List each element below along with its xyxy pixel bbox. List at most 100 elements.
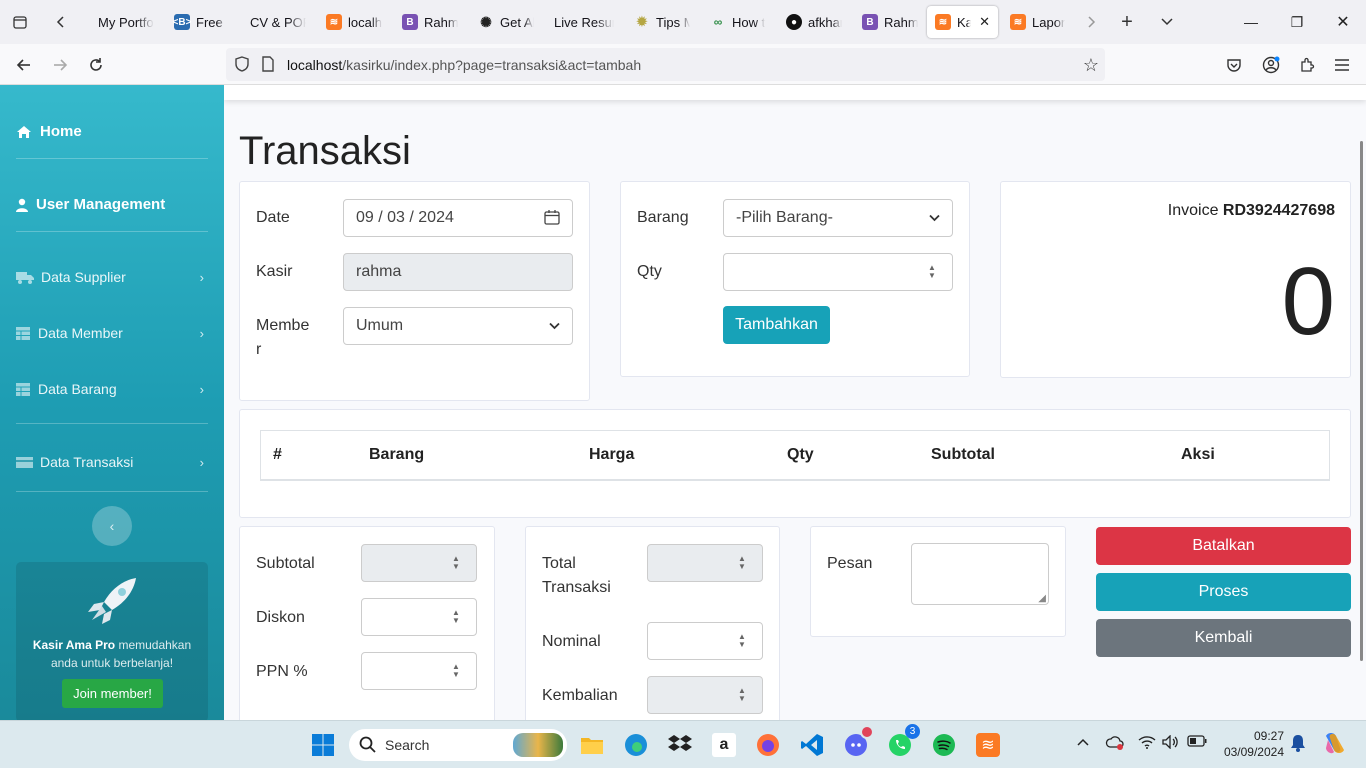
menu-icon[interactable] — [1328, 51, 1356, 79]
dropbox-icon[interactable] — [664, 729, 696, 761]
amazon-icon[interactable]: a — [708, 729, 740, 761]
column-header-barang: Barang — [369, 446, 425, 463]
browser-tab[interactable]: <B> Free B — [166, 6, 234, 38]
battery-icon[interactable] — [1187, 735, 1207, 750]
extensions-icon[interactable] — [1293, 51, 1321, 79]
edge-icon[interactable] — [620, 729, 652, 761]
sidebar-item-data-transaksi[interactable]: Data Transaksi › — [16, 454, 208, 470]
qty-input[interactable]: ▲ ▼ — [723, 253, 953, 291]
forward-icon[interactable] — [46, 51, 74, 79]
number-spinner-icon[interactable]: ▲ ▼ — [926, 263, 938, 281]
kasir-label: Kasir — [256, 263, 293, 280]
kasir-input: rahma — [343, 253, 573, 291]
chevron-left-icon: ‹ — [109, 518, 115, 534]
nominal-input[interactable]: ▲ ▼ — [647, 622, 763, 660]
url-bar[interactable]: localhost/kasirku/index.php?page=transak… — [226, 48, 1105, 81]
new-tab-icon[interactable]: + — [1113, 8, 1141, 36]
sidebar-item-data-member[interactable]: Data Member › — [16, 325, 208, 341]
proses-button[interactable]: Proses — [1096, 573, 1351, 611]
file-explorer-icon[interactable] — [576, 729, 608, 761]
number-spinner-icon[interactable]: ▲ ▼ — [736, 632, 748, 650]
pesan-textarea[interactable]: ◢ — [911, 543, 1049, 605]
wifi-icon[interactable] — [1138, 735, 1156, 752]
browser-tab[interactable]: ✺ Get Al — [470, 6, 542, 38]
resize-handle-icon[interactable]: ◢ — [1038, 593, 1046, 604]
batalkan-button[interactable]: Batalkan — [1096, 527, 1351, 565]
total-transaksi-label: Total Transaksi — [542, 555, 611, 596]
browser-tab[interactable]: ∞ How t — [702, 6, 774, 38]
close-tab-icon[interactable]: ✕ — [979, 14, 990, 30]
taskbar-clock[interactable]: 09:27 03/09/2024 — [1222, 728, 1284, 760]
sidebar-item-home[interactable]: Home — [16, 123, 208, 140]
browser-tab[interactable]: Live Resun — [546, 6, 622, 38]
member-select[interactable]: Umum — [343, 307, 573, 345]
tab-scroll-right-icon[interactable] — [1077, 8, 1105, 36]
restore-icon[interactable]: ❐ — [1274, 0, 1320, 44]
home-icon — [16, 125, 36, 139]
discord-icon[interactable] — [840, 725, 874, 761]
column-header-aksi: Aksi — [1181, 446, 1215, 463]
money-icon — [16, 456, 40, 468]
close-window-icon[interactable]: ✕ — [1320, 0, 1366, 44]
browser-tab-active[interactable]: ≋ Kas ✕ — [927, 6, 998, 38]
barang-select[interactable]: -Pilih Barang- — [723, 199, 953, 237]
kembalian-label: Kembalian — [542, 687, 618, 704]
sidebar-item-data-barang[interactable]: Data Barang › — [16, 381, 208, 397]
tab-label: Kas — [957, 14, 972, 30]
join-member-button[interactable]: Join member! — [62, 679, 163, 708]
minimize-icon[interactable]: — — [1228, 0, 1274, 44]
openai-icon: ✺ — [480, 13, 492, 30]
back-icon[interactable] — [10, 51, 38, 79]
browser-tab[interactable]: ≋ localh — [318, 6, 390, 38]
browser-tab[interactable]: B Rahm — [394, 6, 466, 38]
account-icon[interactable] — [1257, 51, 1285, 79]
bookmark-star-icon[interactable]: ☆ — [1083, 55, 1099, 76]
scrollbar[interactable] — [1360, 141, 1363, 661]
notification-bell-icon[interactable] — [1290, 734, 1306, 755]
browser-tab[interactable]: ● afkhar — [778, 6, 850, 38]
topbar — [224, 85, 1366, 100]
ppn-input[interactable]: ▲ ▼ — [361, 652, 477, 690]
page-info-icon[interactable] — [261, 56, 275, 77]
volume-icon[interactable] — [1162, 734, 1180, 752]
number-spinner-icon[interactable]: ▲ ▼ — [450, 608, 462, 626]
shield-icon[interactable] — [234, 56, 250, 77]
browser-tab[interactable]: ≋ Lapor — [1002, 6, 1074, 38]
kembali-button[interactable]: Kembali — [1096, 619, 1351, 657]
cloud-sync-icon[interactable] — [1105, 735, 1125, 754]
browser-tab[interactable]: B Rahm — [854, 6, 926, 38]
sidebar-divider — [16, 423, 208, 424]
tab-overview-icon[interactable] — [6, 8, 34, 36]
tab-scroll-left-icon[interactable] — [47, 8, 75, 36]
sidebar-item-user-management[interactable]: User Management — [16, 196, 208, 213]
number-spinner-icon[interactable]: ▲ ▼ — [450, 662, 462, 680]
list-tabs-icon[interactable] — [1153, 8, 1181, 36]
copilot-icon[interactable] — [1322, 730, 1348, 759]
page-title: Transaksi — [239, 129, 411, 173]
browser-tab[interactable]: My Portfo — [90, 6, 162, 38]
tambahkan-button[interactable]: Tambahkan — [723, 306, 830, 344]
pesan-label: Pesan — [827, 555, 873, 572]
sidebar-toggle-button[interactable]: ‹ — [92, 506, 132, 546]
date-input[interactable]: 09 / 03 / 2024 — [343, 199, 573, 237]
chevron-down-icon — [549, 319, 560, 333]
clock-time: 09:27 — [1253, 729, 1284, 743]
spotify-icon[interactable] — [928, 729, 960, 761]
diskon-input[interactable]: ▲ ▼ — [361, 598, 477, 636]
github-icon: ● — [786, 14, 802, 30]
transaction-info-card: Date 09 / 03 / 2024 Kasir rahma Membe r U… — [239, 181, 590, 401]
xampp-icon[interactable]: ≋ — [972, 729, 1004, 761]
pocket-icon[interactable] — [1220, 51, 1248, 79]
vscode-icon[interactable] — [796, 729, 828, 761]
browser-tab[interactable]: CV & POR — [242, 6, 314, 38]
sidebar-item-data-supplier[interactable]: Data Supplier › — [16, 269, 208, 285]
taskbar-search[interactable]: Search — [349, 729, 567, 761]
reload-icon[interactable] — [82, 51, 110, 79]
show-hidden-icons-icon[interactable] — [1076, 735, 1090, 750]
browser-tab[interactable]: ✹ Tips M — [626, 6, 698, 38]
url-text[interactable]: localhost/kasirku/index.php?page=transak… — [287, 57, 641, 73]
firefox-icon[interactable] — [752, 729, 784, 761]
windows-start-icon[interactable] — [307, 729, 339, 761]
calendar-icon[interactable] — [544, 209, 560, 228]
whatsapp-icon[interactable]: 3 — [884, 724, 920, 761]
